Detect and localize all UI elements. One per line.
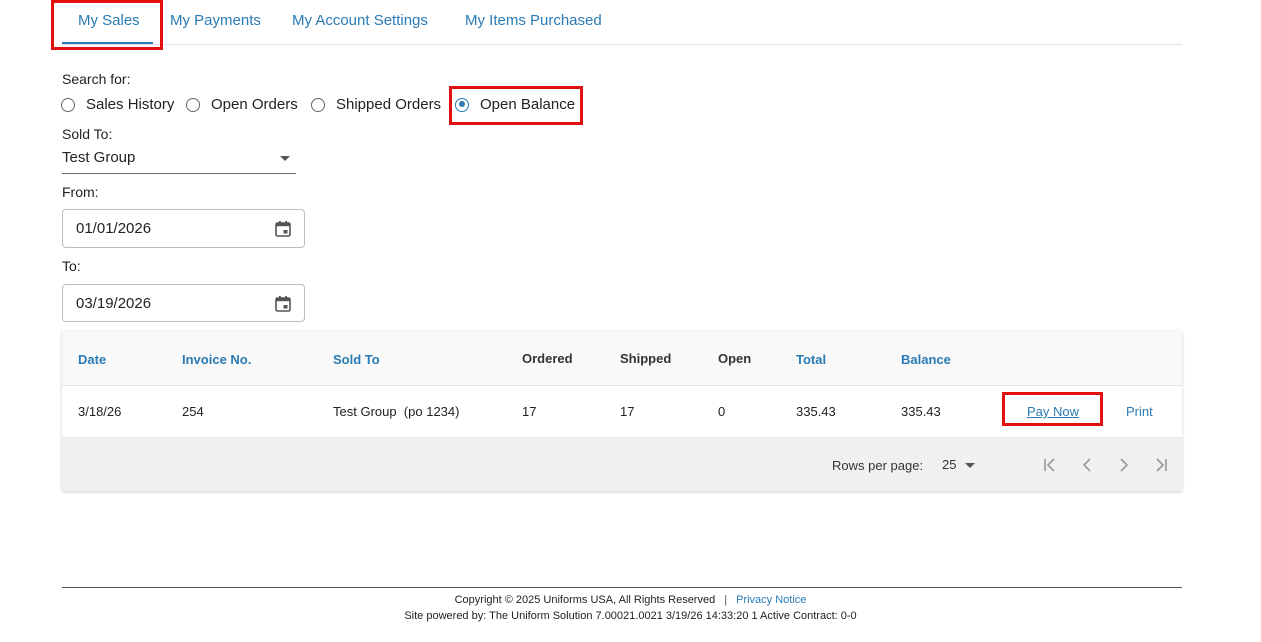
cell-ordered: 17 bbox=[522, 404, 537, 419]
last-page-icon[interactable] bbox=[1151, 455, 1171, 475]
footer-copyright-line: Copyright © 2025 Uniforms USA, All Right… bbox=[0, 594, 1261, 606]
column-header-invoice-no[interactable]: Invoice No. bbox=[182, 352, 251, 367]
calendar-icon[interactable] bbox=[274, 220, 292, 238]
from-label: From: bbox=[62, 184, 99, 200]
tab-my-items-purchased[interactable]: My Items Purchased bbox=[465, 12, 602, 29]
first-page-icon[interactable] bbox=[1040, 455, 1060, 475]
radio-shipped-orders[interactable]: Shipped Orders bbox=[311, 96, 441, 113]
table-header: Date Invoice No. Sold To Ordered Shipped… bbox=[62, 331, 1182, 386]
column-header-total[interactable]: Total bbox=[796, 352, 826, 367]
cell-date: 3/18/26 bbox=[78, 404, 122, 419]
column-header-balance[interactable]: Balance bbox=[901, 352, 951, 367]
tab-my-account-settings[interactable]: My Account Settings bbox=[292, 12, 428, 29]
sold-to-label: Sold To: bbox=[62, 126, 113, 142]
footer-divider bbox=[62, 587, 1182, 588]
cell-balance: 335.43 bbox=[901, 404, 941, 419]
sales-table: Date Invoice No. Sold To Ordered Shipped… bbox=[62, 331, 1182, 491]
privacy-notice-link[interactable]: Privacy Notice bbox=[736, 594, 806, 606]
radio-circle-icon bbox=[61, 97, 75, 112]
pay-now-link[interactable]: Pay Now bbox=[1027, 404, 1079, 419]
print-link[interactable]: Print bbox=[1126, 404, 1153, 419]
sold-to-value: Test Group bbox=[62, 149, 136, 166]
cell-sold-to: Test Group (po 1234) bbox=[333, 404, 460, 419]
to-date-input[interactable]: 03/19/2026 bbox=[62, 284, 305, 322]
radio-circle-icon bbox=[186, 97, 200, 112]
table-pagination-bar: Rows per page: 25 bbox=[62, 438, 1182, 491]
radio-selected-icon bbox=[455, 97, 469, 112]
to-label: To: bbox=[62, 258, 81, 274]
search-for-label: Search for: bbox=[62, 71, 131, 87]
from-date-value: 01/01/2026 bbox=[76, 220, 152, 237]
radio-open-balance[interactable]: Open Balance bbox=[455, 96, 575, 113]
column-header-open: Open bbox=[718, 351, 752, 366]
rows-per-page-value: 25 bbox=[942, 457, 957, 472]
cell-invoice-no: 254 bbox=[182, 404, 204, 419]
rows-per-page-label: Rows per page: bbox=[832, 458, 924, 473]
chevron-down-icon bbox=[280, 156, 290, 161]
column-header-sold-to[interactable]: Sold To bbox=[333, 352, 380, 367]
chevron-down-icon bbox=[965, 463, 975, 468]
from-date-input[interactable]: 01/01/2026 bbox=[62, 209, 305, 248]
previous-page-icon[interactable] bbox=[1077, 455, 1097, 475]
column-header-date[interactable]: Date bbox=[78, 352, 106, 367]
next-page-icon[interactable] bbox=[1114, 455, 1134, 475]
column-header-shipped: Shipped bbox=[620, 351, 672, 366]
tab-my-sales[interactable]: My Sales bbox=[78, 12, 140, 29]
tab-bar: My Sales My Payments My Account Settings… bbox=[62, 0, 1182, 45]
tab-my-payments[interactable]: My Payments bbox=[170, 12, 261, 29]
site-powered-by-text: Site powered by: The Uniform Solution 7.… bbox=[404, 610, 857, 622]
cell-open: 0 bbox=[718, 404, 726, 419]
rows-per-page-select[interactable]: 25 bbox=[942, 456, 978, 474]
calendar-icon[interactable] bbox=[274, 295, 292, 313]
radio-open-orders[interactable]: Open Orders bbox=[186, 96, 298, 113]
radio-sales-history[interactable]: Sales History bbox=[61, 96, 174, 113]
radio-circle-icon bbox=[311, 97, 325, 112]
to-date-value: 03/19/2026 bbox=[76, 295, 152, 312]
active-tab-indicator bbox=[62, 42, 153, 44]
table-row: 3/18/26 254 Test Group (po 1234) 17 17 0… bbox=[62, 386, 1182, 438]
sold-to-select[interactable]: Test Group bbox=[62, 146, 296, 174]
footer-separator: | bbox=[724, 594, 728, 606]
cell-total: 335.43 bbox=[796, 404, 836, 419]
copyright-text: Copyright © 2025 Uniforms USA, All Right… bbox=[454, 594, 716, 606]
cell-shipped: 17 bbox=[620, 404, 635, 419]
column-header-ordered: Ordered bbox=[522, 351, 573, 366]
